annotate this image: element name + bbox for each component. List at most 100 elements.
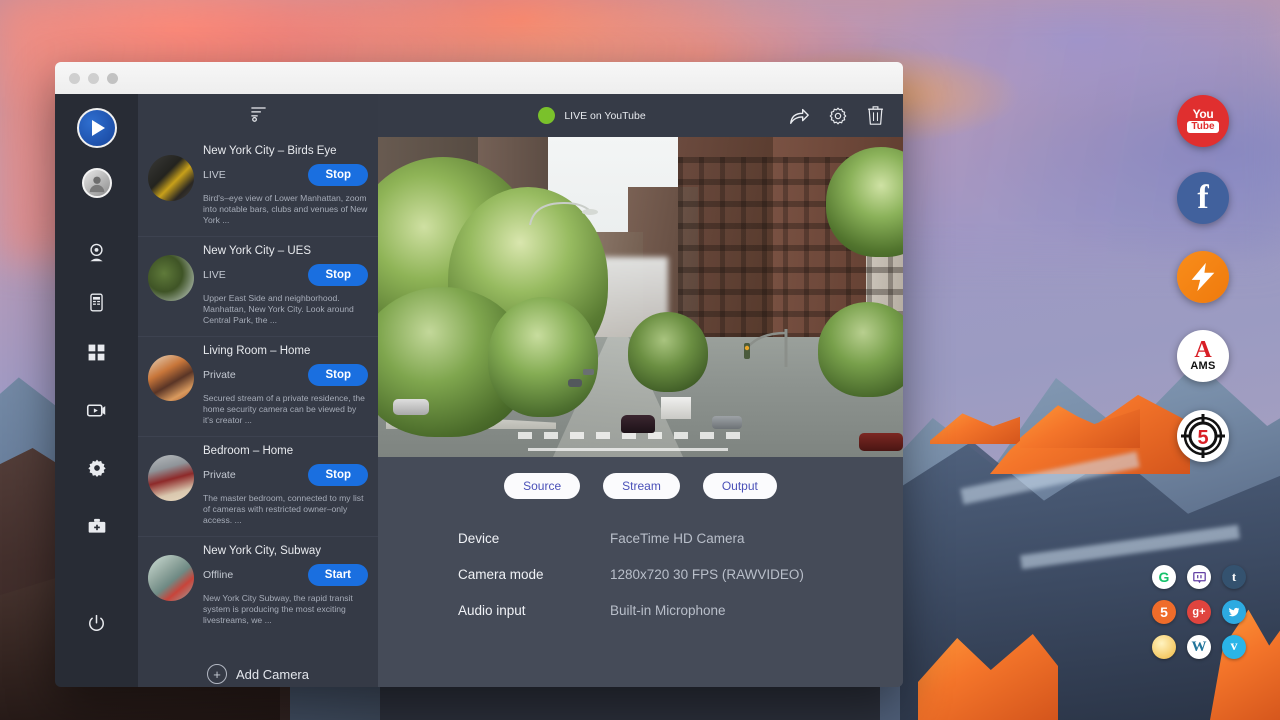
- camera-status-row: Offline Start: [203, 564, 368, 586]
- window-minimize-button[interactable]: [88, 73, 99, 84]
- grid-icon: [87, 343, 106, 362]
- camera-toggle-button[interactable]: Stop: [308, 364, 368, 386]
- live-status-label: LIVE on YouTube: [564, 110, 645, 122]
- camera-toggle-button[interactable]: Stop: [308, 264, 368, 286]
- camera-title: New York City – UES: [203, 245, 368, 257]
- trash-icon: [866, 105, 885, 126]
- list-item[interactable]: Living Room – Home Private Stop Secured …: [138, 337, 378, 437]
- dock-adobe-ams-icon[interactable]: A AMS: [1177, 330, 1229, 382]
- camera-thumbnail: [148, 155, 194, 201]
- camera-status: Private: [203, 469, 236, 481]
- camera-title: New York City – Birds Eye: [203, 145, 368, 157]
- video-car-distant: [583, 369, 594, 375]
- tray-row: 5 g+: [1152, 600, 1264, 624]
- camera-info: New York City – UES LIVE Stop Upper East…: [203, 245, 368, 326]
- share-button[interactable]: [788, 105, 810, 127]
- spec-label: Device: [458, 531, 610, 546]
- video-traffic-mast: [708, 327, 788, 367]
- dock-youtube-icon[interactable]: You Tube: [1177, 95, 1229, 147]
- camera-info: New York City, Subway Offline Start New …: [203, 545, 368, 626]
- sidebar-item-cameras[interactable]: [77, 232, 117, 272]
- camera-status: Private: [203, 369, 236, 381]
- sidebar-item-support[interactable]: [77, 506, 117, 546]
- app-logo[interactable]: [77, 108, 117, 148]
- tray-row: G t: [1152, 565, 1264, 589]
- settings-button[interactable]: [828, 106, 848, 126]
- red5-target-glyph: 5: [1180, 413, 1226, 459]
- tray-grammarly-icon[interactable]: G: [1152, 565, 1176, 589]
- tray-row: W v: [1152, 635, 1264, 659]
- dock-bolt-icon[interactable]: [1177, 251, 1229, 303]
- window-maximize-button[interactable]: [107, 73, 118, 84]
- tray-red5-icon[interactable]: 5: [1152, 600, 1176, 624]
- camera-toggle-button[interactable]: Start: [308, 564, 368, 586]
- camera-thumbnail: [148, 255, 194, 301]
- twitter-bird-glyph: [1228, 606, 1240, 618]
- camera-description: New York City Subway, the rapid transit …: [203, 593, 368, 626]
- camera-list-header: [138, 94, 378, 137]
- camera-info: New York City – Birds Eye LIVE Stop Bird…: [203, 145, 368, 226]
- detail-panel: Source Stream Output Device FaceTime HD …: [378, 457, 903, 687]
- camera-status-row: Private Stop: [203, 464, 368, 486]
- toolbar-actions: [788, 105, 885, 127]
- play-triangle-icon: [92, 120, 105, 136]
- live-indicator-dot: [538, 107, 555, 124]
- sidebar-item-power[interactable]: [77, 603, 117, 643]
- video-crosswalk: [528, 448, 728, 451]
- tab-output[interactable]: Output: [703, 473, 777, 499]
- sidebar-item-apps[interactable]: [77, 332, 117, 372]
- dock-facebook-icon[interactable]: f: [1177, 172, 1229, 224]
- sidebar-item-avatar[interactable]: [82, 168, 112, 198]
- first-aid-kit-icon: [87, 516, 107, 536]
- add-camera-button[interactable]: + Add Camera: [138, 636, 378, 684]
- spec-value: 1280x720 30 FPS (RAWVIDEO): [610, 567, 804, 582]
- camera-status: LIVE: [203, 169, 226, 181]
- sort-filter-icon[interactable]: [249, 104, 268, 128]
- tab-stream[interactable]: Stream: [603, 473, 680, 499]
- sidebar-item-player[interactable]: [77, 390, 117, 430]
- video-preview[interactable]: [378, 137, 903, 457]
- tray-google-plus-icon[interactable]: g+: [1187, 600, 1211, 624]
- camera-toggle-button[interactable]: Stop: [308, 464, 368, 486]
- tray-twitch-icon[interactable]: [1187, 565, 1211, 589]
- camera-info: Living Room – Home Private Stop Secured …: [203, 345, 368, 426]
- facebook-f-glyph: f: [1197, 179, 1208, 217]
- video-car-distant: [568, 379, 582, 387]
- main-toolbar: LIVE on YouTube: [378, 94, 903, 137]
- tab-source[interactable]: Source: [504, 473, 580, 499]
- sidebar-item-device[interactable]: [77, 282, 117, 322]
- camera-toggle-button[interactable]: Stop: [308, 164, 368, 186]
- tray-tumblr-icon[interactable]: t: [1222, 565, 1246, 589]
- tray-twitter-icon[interactable]: [1222, 600, 1246, 624]
- main-panel: LIVE on YouTube: [378, 94, 903, 687]
- list-item[interactable]: New York City – UES LIVE Stop Upper East…: [138, 237, 378, 337]
- camera-description: Bird's–eye view of Lower Manhattan, zoom…: [203, 193, 368, 226]
- camera-description: Secured stream of a private residence, t…: [203, 393, 368, 426]
- camera-title: New York City, Subway: [203, 545, 368, 557]
- camera-title: Bedroom – Home: [203, 445, 368, 457]
- list-item[interactable]: Bedroom – Home Private Stop The master b…: [138, 437, 378, 537]
- app-body: New York City – Birds Eye LIVE Stop Bird…: [55, 94, 903, 687]
- tray-sun-icon[interactable]: [1152, 635, 1176, 659]
- video-car: [621, 415, 655, 433]
- video-car: [859, 433, 903, 451]
- spec-label: Audio input: [458, 603, 610, 618]
- camera-thumbnail: [148, 355, 194, 401]
- camera-description: The master bedroom, connected to my list…: [203, 493, 368, 526]
- video-car: [712, 416, 742, 429]
- adobe-ams-label: AMS: [1190, 360, 1215, 372]
- tray-wordpress-icon[interactable]: W: [1187, 635, 1211, 659]
- delete-button[interactable]: [866, 105, 885, 126]
- app-window: New York City – Birds Eye LIVE Stop Bird…: [55, 62, 903, 687]
- avatar-icon: [86, 172, 108, 194]
- gear-icon: [87, 458, 107, 478]
- list-item[interactable]: New York City – Birds Eye LIVE Stop Bird…: [138, 137, 378, 237]
- camera-title: Living Room – Home: [203, 345, 368, 357]
- window-close-button[interactable]: [69, 73, 80, 84]
- add-camera-label: Add Camera: [236, 667, 309, 682]
- tray-vimeo-icon[interactable]: v: [1222, 635, 1246, 659]
- video-player-icon: [86, 400, 107, 421]
- sidebar-item-settings[interactable]: [77, 448, 117, 488]
- dock-red5-icon[interactable]: 5: [1177, 410, 1229, 462]
- list-item[interactable]: New York City, Subway Offline Start New …: [138, 537, 378, 636]
